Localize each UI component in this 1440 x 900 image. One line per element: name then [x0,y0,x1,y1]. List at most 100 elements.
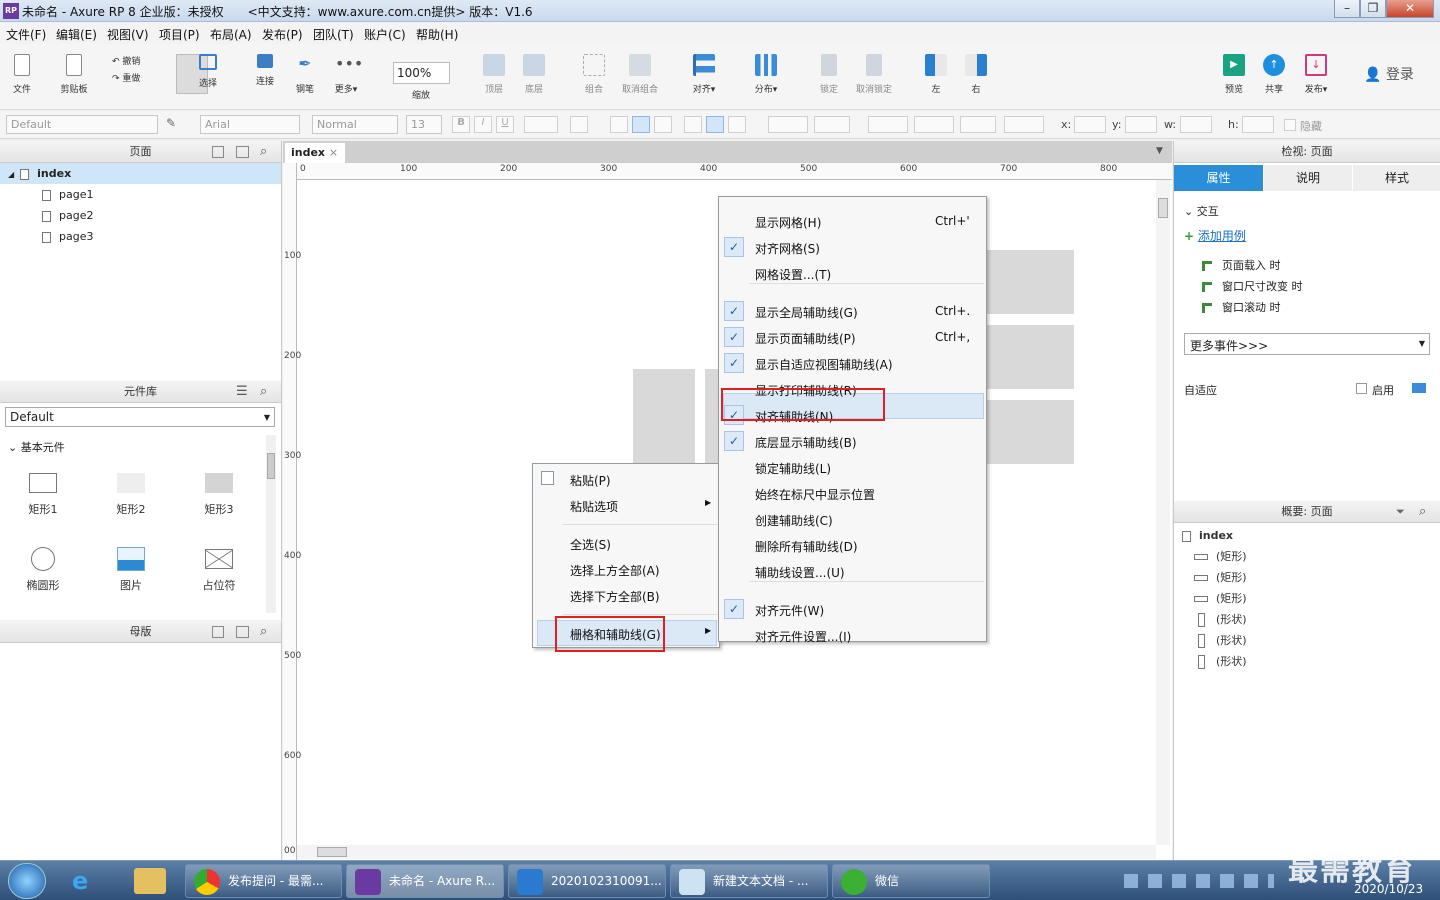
add-folder-icon[interactable] [236,146,249,158]
ungroup-button[interactable]: 取消组合 [620,54,660,95]
submenu-item[interactable]: 对齐元件(W) [755,602,824,619]
widget-rectangle-1[interactable]: 矩形1 [8,473,78,517]
share-button[interactable]: ↑ 共享 [1254,54,1294,95]
submenu-item[interactable]: 对齐网格(S) [755,240,820,257]
scrollbar-thumb[interactable] [317,847,347,857]
outline-item[interactable]: (形状) [1182,609,1247,630]
menu-icon[interactable]: ☰ [236,384,248,399]
ie-icon[interactable]: e [72,867,102,895]
tab-style[interactable]: 样式 [1353,165,1440,191]
tab-menu-arrow-icon[interactable]: ▼ [1156,146,1163,156]
submenu-item[interactable]: 始终在标尺中显示位置 [755,486,875,503]
task-browser[interactable]: 发布提问 - 最需... [185,864,342,898]
submenu-item[interactable]: 显示全局辅助线(G) [755,304,858,321]
widget-rectangle-3[interactable]: 矩形3 [184,473,254,517]
menu-project[interactable]: 项目(P) [159,26,200,43]
publish-button[interactable]: ↓ 发布▾ [1296,54,1336,95]
menu-item-select-below[interactable]: 选择下方全部(B) [570,588,660,605]
system-tray-icons[interactable] [1124,874,1274,888]
submenu-item[interactable]: 网格设置...(T) [755,266,831,283]
close-tab-icon[interactable]: × [329,146,338,159]
bullet-list-button[interactable] [570,116,588,133]
widget-image[interactable]: 图片 [96,547,166,593]
menu-item-paste[interactable]: 粘贴(P) [570,472,611,489]
page-tree-item[interactable]: page3 [0,226,281,247]
menu-account[interactable]: 账户(C) [364,26,406,43]
library-select[interactable]: Default ▼ [5,407,275,427]
align-button[interactable]: 对齐▾ [684,54,724,95]
y-input[interactable] [1125,116,1157,133]
line-color-button[interactable] [868,116,908,133]
valign-top-button[interactable] [684,116,702,133]
menu-team[interactable]: 团队(T) [313,26,354,43]
library-scrollbar[interactable] [266,435,276,613]
submenu-item[interactable]: 辅助线设置...(U) [755,564,845,581]
canvas-shape[interactable] [633,369,695,464]
align-right-button[interactable] [654,116,672,133]
align-left-button[interactable] [610,116,628,133]
search-icon[interactable]: ⌕ [260,624,267,639]
search-icon[interactable]: ⌕ [260,384,267,399]
font-family-select[interactable]: Arial [200,115,300,134]
canvas-rectangle[interactable] [987,400,1074,464]
outline-item[interactable]: (矩形) [1182,588,1247,609]
outline-item[interactable]: (矩形) [1182,567,1247,588]
preview-button[interactable]: ▶ 预览 [1214,54,1254,95]
adaptive-settings-icon[interactable] [1412,383,1426,393]
search-icon[interactable]: ⌕ [1419,504,1426,519]
submenu-item[interactable]: 显示网格(H) [755,214,821,231]
menu-publish[interactable]: 发布(P) [262,26,303,43]
menu-help[interactable]: 帮助(H) [416,26,458,43]
font-color-button[interactable] [524,116,558,133]
fill-color-button[interactable] [768,116,808,133]
menu-file[interactable]: 文件(F) [6,26,46,43]
page-tree-item[interactable]: page1 [0,184,281,205]
menu-item-paste-options[interactable]: 粘贴选项 [570,498,618,515]
submenu-item[interactable]: 创建辅助线(C) [755,512,833,529]
zoom-select[interactable]: 100% [393,62,450,84]
minimize-button[interactable]: – [1334,0,1360,18]
add-master-icon[interactable] [212,626,224,638]
scrollbar-thumb[interactable] [267,453,275,479]
connect-button[interactable]: 连接 [245,54,285,87]
add-page-icon[interactable] [212,146,224,158]
widget-ellipse[interactable]: 椭圆形 [8,547,78,593]
send-bottom-button[interactable]: 底层 [514,54,554,95]
maximize-button[interactable]: ❐ [1360,0,1386,18]
submenu-item[interactable]: 显示自适应视图辅助线(A) [755,356,893,373]
left-panel-button[interactable]: 左 [916,54,956,95]
canvas-rectangle[interactable] [987,250,1074,314]
line-style-button[interactable] [960,116,996,133]
explorer-icon[interactable] [134,868,166,894]
outline-root[interactable]: index [1182,525,1247,546]
valign-middle-button[interactable] [706,116,724,133]
format-painter-icon[interactable]: ✎ [166,116,184,133]
outline-item[interactable]: (形状) [1182,651,1247,672]
font-size-select[interactable]: 13 [406,115,442,134]
file-button[interactable]: 文件 [2,54,42,95]
outline-item[interactable]: (矩形) [1182,546,1247,567]
submenu-item[interactable]: 显示页面辅助线(P) [755,330,856,347]
undo-button[interactable]: ↶ 撤销 [112,54,140,67]
x-input[interactable] [1074,116,1106,133]
widget-rectangle-2[interactable]: 矩形2 [96,473,166,517]
submenu-item[interactable]: 锁定辅助线(L) [755,460,831,477]
group-button[interactable]: 组合 [574,54,614,95]
bring-top-button[interactable]: 顶层 [474,54,514,95]
task-notepad[interactable]: 新建文本文档 - ... [670,864,828,898]
menu-view[interactable]: 视图(V) [107,26,149,43]
underline-button[interactable]: U [496,116,514,133]
menu-item-select-all[interactable]: 全选(S) [570,536,611,553]
tab-notes[interactable]: 说明 [1264,165,1352,191]
h-input[interactable] [1242,116,1274,133]
enable-checkbox[interactable] [1356,383,1367,394]
valign-bottom-button[interactable] [728,116,746,133]
submenu-item[interactable]: 对齐元件设置...(I) [755,628,851,645]
align-center-button[interactable] [632,116,650,133]
menu-item-select-above[interactable]: 选择上方全部(A) [570,562,660,579]
menu-edit[interactable]: 编辑(E) [56,26,97,43]
submenu-item[interactable]: 删除所有辅助线(D) [755,538,858,555]
page-tree-root[interactable]: ◢ index [0,163,281,184]
close-button[interactable]: ✕ [1386,0,1434,18]
line-width-button[interactable] [914,116,954,133]
